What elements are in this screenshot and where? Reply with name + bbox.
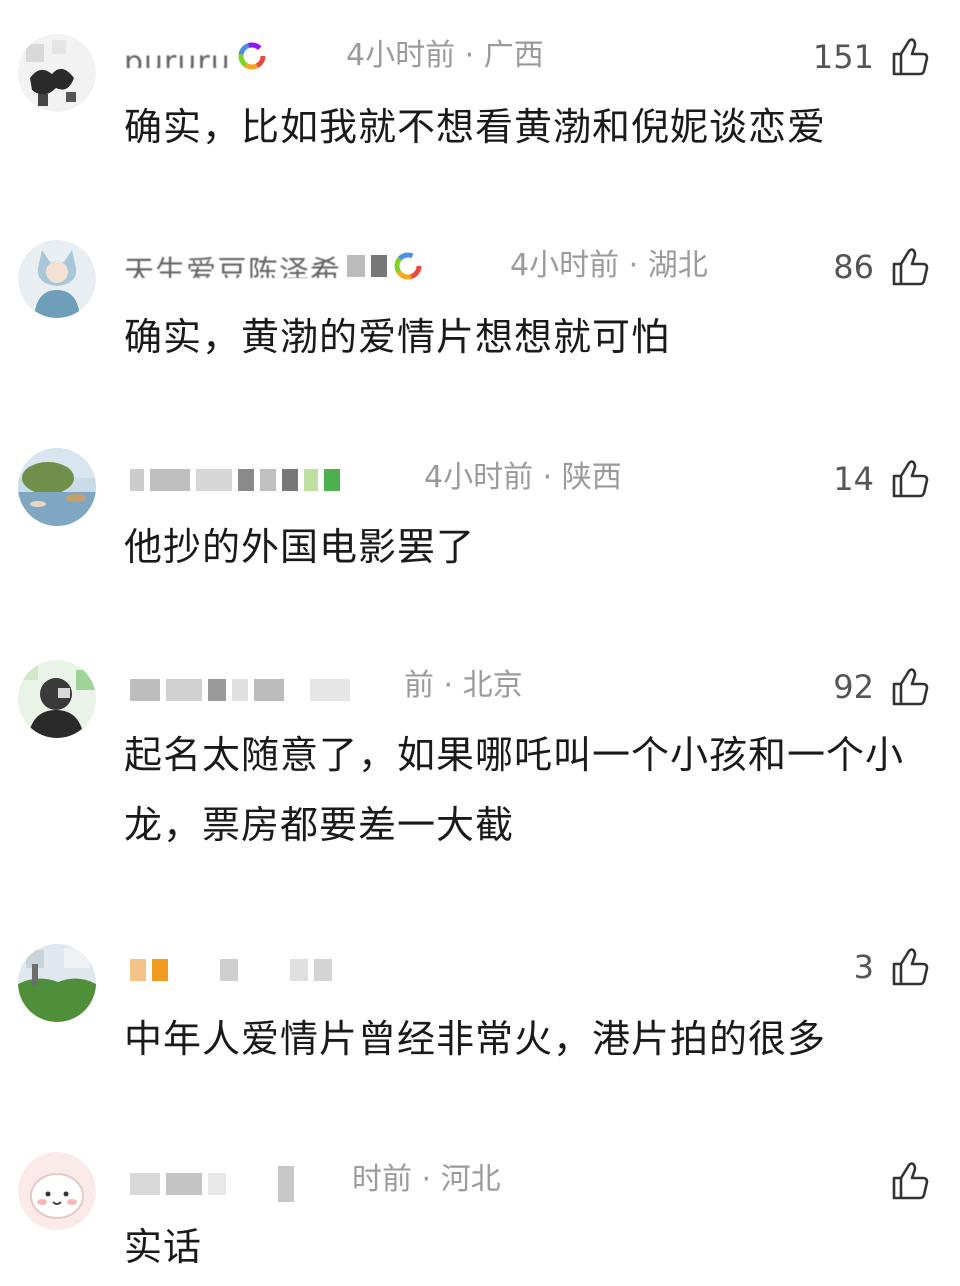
like-count: 151: [812, 38, 874, 76]
like-button[interactable]: 151: [813, 32, 932, 82]
redaction-block: [314, 959, 332, 981]
like-count: 92: [833, 668, 874, 706]
redaction-block: [152, 959, 168, 981]
comment-text: 确实，黄渤的爱情片想想就可怕: [124, 315, 671, 359]
comment-text: 中年人爱情片曾经非常火，港片拍的很多: [124, 1017, 827, 1061]
comment-meta: 4小时前 · 广西: [346, 38, 544, 73]
username-text: 天生爱豆陈泽希: [124, 255, 341, 278]
thumbs-up-icon: [888, 245, 932, 289]
username[interactable]: [124, 950, 332, 990]
avatar[interactable]: [18, 1152, 96, 1230]
redaction-block: [130, 1173, 160, 1195]
thumbs-up-icon: [888, 35, 932, 79]
like-button[interactable]: 3: [854, 942, 932, 992]
username[interactable]: [124, 460, 340, 500]
username[interactable]: pururu: [124, 36, 267, 76]
redaction-block: [304, 469, 318, 491]
redaction-block: [150, 469, 190, 491]
redaction-block: [278, 1166, 294, 1202]
comment-meta: 4小时前 · 湖北: [510, 248, 708, 283]
avatar[interactable]: [18, 240, 96, 318]
redaction-block: [208, 1173, 226, 1195]
comment-meta: 前 · 北京: [404, 668, 523, 703]
comment-text: 确实，比如我就不想看黄渤和倪妮谈恋爱: [124, 105, 827, 149]
redaction-block: [208, 679, 226, 701]
comment-text: 他抄的外国电影罢了: [124, 525, 476, 569]
redaction-block: [282, 469, 298, 491]
redaction-block: [130, 679, 160, 701]
thumbs-up-icon: [888, 945, 932, 989]
like-button[interactable]: 92: [833, 662, 932, 712]
redaction-block: [130, 469, 144, 491]
username-text: pururu: [124, 45, 231, 68]
redaction-block: [260, 469, 276, 491]
like-button[interactable]: 14: [833, 454, 932, 504]
comment-text: 起名太随意了，如果哪吒叫一个小孩和一个小龙，票房都要差一大截: [124, 733, 905, 847]
redaction-block: [310, 679, 350, 701]
redaction-block: [324, 469, 340, 491]
username[interactable]: 天生爱豆陈泽希: [124, 246, 423, 286]
redaction-block: [174, 959, 214, 981]
redaction-block: [130, 959, 146, 981]
thumbs-up-icon: [888, 1159, 932, 1203]
redaction-block: [232, 679, 248, 701]
comment-meta: 时前 · 河北: [352, 1162, 501, 1197]
avatar[interactable]: [18, 944, 96, 1022]
username[interactable]: [124, 670, 350, 710]
redaction-block: [290, 679, 304, 701]
redaction-block: [220, 959, 238, 981]
avatar[interactable]: [18, 448, 96, 526]
thumbs-up-icon: [888, 457, 932, 501]
like-button[interactable]: [874, 1156, 932, 1206]
avatar[interactable]: [18, 660, 96, 738]
badge-icon: [393, 251, 423, 281]
redaction-block: [232, 1173, 272, 1195]
redaction-block: [347, 255, 365, 277]
redaction-block: [371, 255, 387, 277]
redaction-block: [238, 469, 254, 491]
like-count: 3: [853, 948, 874, 986]
avatar[interactable]: [18, 34, 96, 112]
redaction-block: [196, 469, 232, 491]
comment-text: 实话: [124, 1225, 203, 1269]
badge-icon: [237, 41, 267, 71]
username[interactable]: [124, 1164, 294, 1204]
like-button[interactable]: 86: [833, 242, 932, 292]
thumbs-up-icon: [888, 665, 932, 709]
redaction-block: [254, 679, 284, 701]
like-count: 14: [833, 460, 874, 498]
redaction-block: [166, 679, 202, 701]
comment-meta: 4小时前 · 陕西: [424, 460, 622, 495]
redaction-block: [290, 959, 308, 981]
like-count: 86: [833, 248, 874, 286]
redaction-block: [244, 959, 284, 981]
redaction-block: [166, 1173, 202, 1195]
